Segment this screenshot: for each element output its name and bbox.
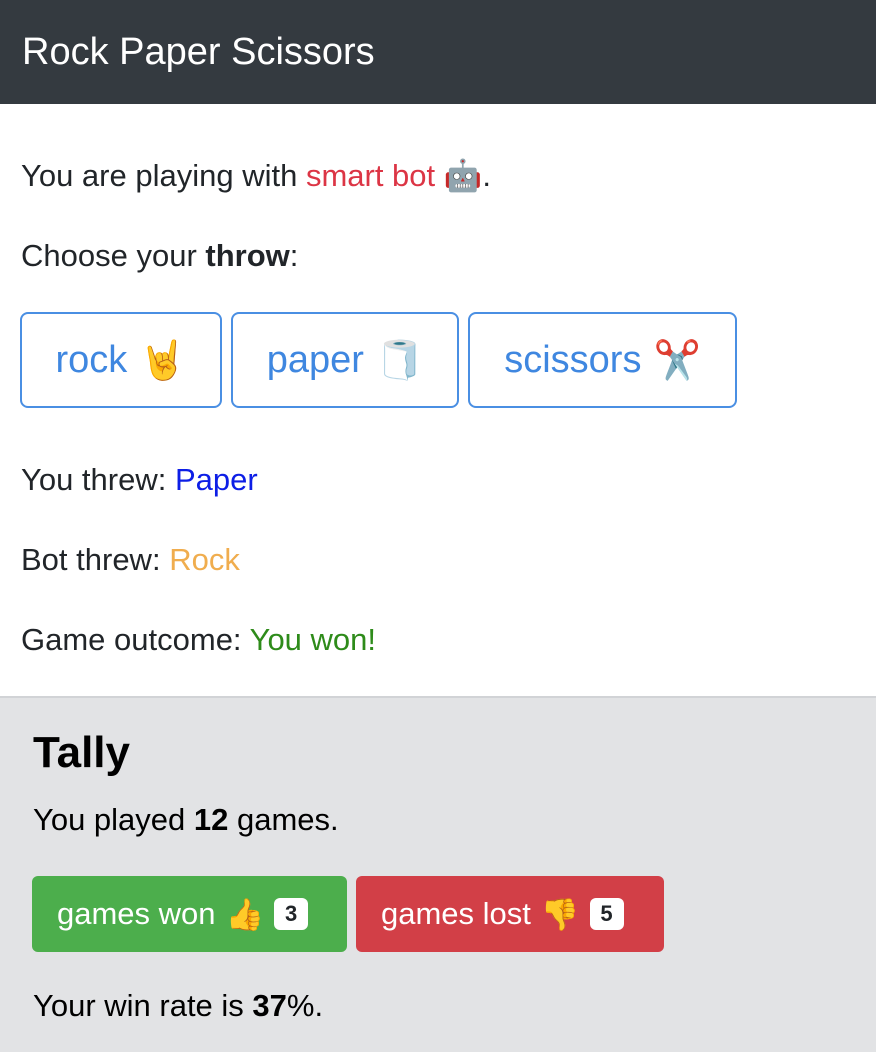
games-won-button[interactable]: games won 👍 3 bbox=[32, 876, 347, 952]
bot-throw-line: Bot threw: Rock bbox=[21, 542, 240, 578]
scissors-icon: ✂️ bbox=[653, 337, 701, 382]
throw-buttons: rock 🤘 paper 🧻 scissors ✂️ bbox=[20, 312, 737, 408]
paper-button[interactable]: paper 🧻 bbox=[231, 312, 459, 408]
outcome-value: You won! bbox=[249, 622, 377, 657]
bot-throw-value: Rock bbox=[169, 542, 240, 577]
played-count: 12 bbox=[193, 802, 229, 837]
choose-suffix: : bbox=[289, 238, 299, 273]
paper-label: paper bbox=[266, 338, 364, 381]
choose-bold: throw bbox=[205, 238, 290, 273]
navbar: Rock Paper Scissors bbox=[0, 0, 876, 104]
thumbs-down-icon: 👎 bbox=[540, 896, 580, 932]
games-won-count: 3 bbox=[274, 898, 309, 930]
robot-icon: 🤖 bbox=[443, 158, 483, 193]
player-throw-label: You threw: bbox=[21, 462, 175, 497]
opponent-prefix: You are playing with bbox=[21, 158, 306, 193]
bot-throw-label: Bot threw: bbox=[21, 542, 170, 577]
rock-hand-icon: 🤘 bbox=[139, 337, 187, 382]
scissors-button[interactable]: scissors ✂️ bbox=[468, 312, 737, 408]
rock-label: rock bbox=[55, 338, 128, 381]
opponent-suffix: . bbox=[482, 158, 492, 193]
rock-button[interactable]: rock 🤘 bbox=[20, 312, 222, 408]
score-buttons: games won 👍 3 games lost 👎 5 bbox=[32, 876, 664, 952]
games-played: You played 12 games. bbox=[33, 802, 339, 838]
games-won-label: games won bbox=[57, 896, 216, 931]
outcome-line: Game outcome: You won! bbox=[21, 622, 376, 658]
games-lost-label: games lost bbox=[381, 896, 531, 931]
winrate-value: 37 bbox=[252, 988, 287, 1023]
scissors-label: scissors bbox=[504, 338, 642, 381]
player-throw-value: Paper bbox=[174, 462, 258, 497]
choose-prefix: Choose your bbox=[21, 238, 206, 273]
thumbs-up-icon: 👍 bbox=[225, 896, 265, 932]
games-lost-count: 5 bbox=[589, 898, 624, 930]
tally-panel: Tally You played 12 games. games won 👍 3… bbox=[0, 696, 876, 1052]
outcome-label: Game outcome: bbox=[21, 622, 250, 657]
player-throw-line: You threw: Paper bbox=[21, 462, 258, 498]
opponent-line: You are playing with smart bot 🤖. bbox=[21, 158, 491, 194]
games-lost-button[interactable]: games lost 👎 5 bbox=[356, 876, 664, 952]
winrate-suffix: %. bbox=[286, 988, 324, 1023]
winrate-prefix: Your win rate is bbox=[33, 988, 253, 1023]
choose-prompt: Choose your throw: bbox=[21, 238, 298, 274]
tally-title: Tally bbox=[33, 728, 131, 777]
bot-name: smart bot bbox=[305, 158, 436, 193]
played-suffix: games. bbox=[228, 802, 339, 837]
toilet-paper-icon: 🧻 bbox=[375, 337, 424, 382]
played-prefix: You played bbox=[33, 802, 194, 837]
win-rate: Your win rate is 37%. bbox=[33, 988, 323, 1024]
app-title[interactable]: Rock Paper Scissors bbox=[22, 31, 375, 74]
